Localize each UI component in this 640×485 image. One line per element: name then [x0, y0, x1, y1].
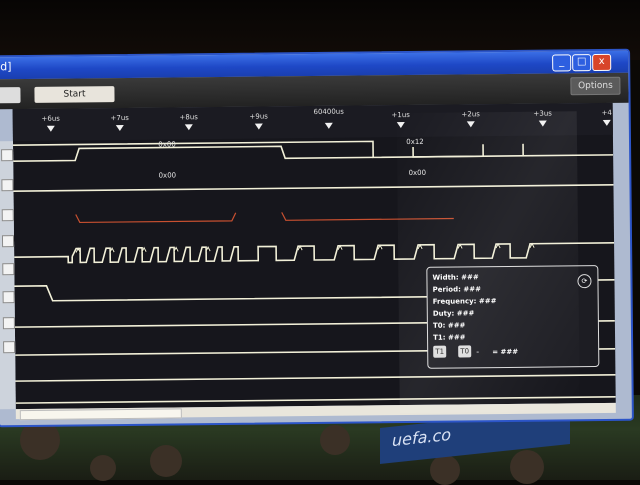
bus-trace-2 [13, 184, 614, 192]
crowd-figure [150, 445, 182, 477]
ruler-tick-marker [184, 124, 193, 131]
bus-trace-1-segment [412, 143, 524, 158]
bus-value-label: 0x00 [408, 168, 427, 178]
bus-value-label: 0x00 [158, 171, 177, 180]
channel-checkbox[interactable] [2, 317, 15, 330]
ruler-tick-label: +9us [249, 112, 268, 121]
ruler-tick-label: 60400us [313, 107, 344, 116]
channel-checkbox[interactable] [1, 235, 15, 248]
ruler-tick-marker [254, 123, 263, 130]
channel-checkbox[interactable] [2, 263, 15, 276]
ruler-tick-label: +1us [391, 110, 410, 120]
t0-readout: T0: ### [432, 321, 466, 330]
channel-checkbox[interactable] [2, 291, 15, 304]
ruler-tick-label: +6us [41, 114, 60, 123]
maximize-button[interactable]: □ [572, 54, 592, 72]
start-button[interactable]: Start [34, 86, 115, 103]
ruler-tick-marker [46, 125, 55, 132]
period-readout: Period: ### [432, 285, 481, 294]
bus-outline-2 [75, 212, 454, 224]
flat-trace-8 [15, 396, 616, 404]
crowd-figure [430, 455, 460, 485]
ruler-tick-label: +4 [601, 108, 612, 117]
ruler-tick-marker [466, 121, 475, 128]
clock-trace [14, 242, 615, 264]
bus-trace-1-lower [13, 145, 374, 162]
crowd-figure [90, 455, 116, 481]
bus-value-label: 0x00 [158, 140, 176, 149]
ruler-tick-marker [324, 122, 333, 129]
ruler-tick-marker [396, 122, 405, 129]
t1-readout: T1: ### [433, 333, 466, 342]
marker-chip-t0[interactable]: T0 [458, 345, 472, 358]
crowd-figure [510, 450, 544, 484]
ruler-tick-marker [538, 120, 547, 127]
measurement-panel: Width: ### Period: ### Frequency: ### Du… [426, 265, 600, 369]
channel-checkbox[interactable] [3, 341, 16, 354]
crowd-figure [320, 425, 350, 455]
options-button[interactable]: Options [570, 76, 621, 96]
minimize-button[interactable]: _ [552, 54, 572, 72]
window-title: d] [0, 60, 12, 74]
ruler-tick-label: +7us [110, 113, 129, 123]
ruler-tick-label: +3us [533, 109, 552, 118]
close-button[interactable]: x [592, 53, 612, 72]
device-dropdown[interactable] [0, 87, 21, 104]
ruler-tick-marker [602, 119, 611, 126]
channel-checkbox[interactable] [1, 209, 14, 222]
scrollbar-thumb[interactable] [19, 408, 182, 421]
panel-dash: - [476, 347, 480, 357]
panel-refresh-icon[interactable]: ⟳ [577, 274, 592, 289]
flat-trace-7 [15, 374, 616, 382]
duty-readout: Duty: ### [432, 309, 475, 318]
channel-checkbox[interactable] [1, 149, 14, 162]
frequency-readout: Frequency: ### [432, 297, 497, 306]
ruler-tick-marker [115, 124, 124, 132]
channel-checkbox[interactable] [1, 179, 14, 192]
marker-chip-t1[interactable]: T1 [433, 345, 447, 358]
bus-value-label: 0x12 [406, 137, 424, 147]
logic-analyzer-window: d] _ □ x Start Options +6us +7us +8us +9… [0, 48, 634, 428]
ruler-tick-label: +8us [179, 113, 198, 122]
ruler-tick-label: +2us [461, 110, 480, 119]
difference-readout: = ### [492, 347, 519, 357]
width-readout: Width: ### [432, 273, 479, 282]
